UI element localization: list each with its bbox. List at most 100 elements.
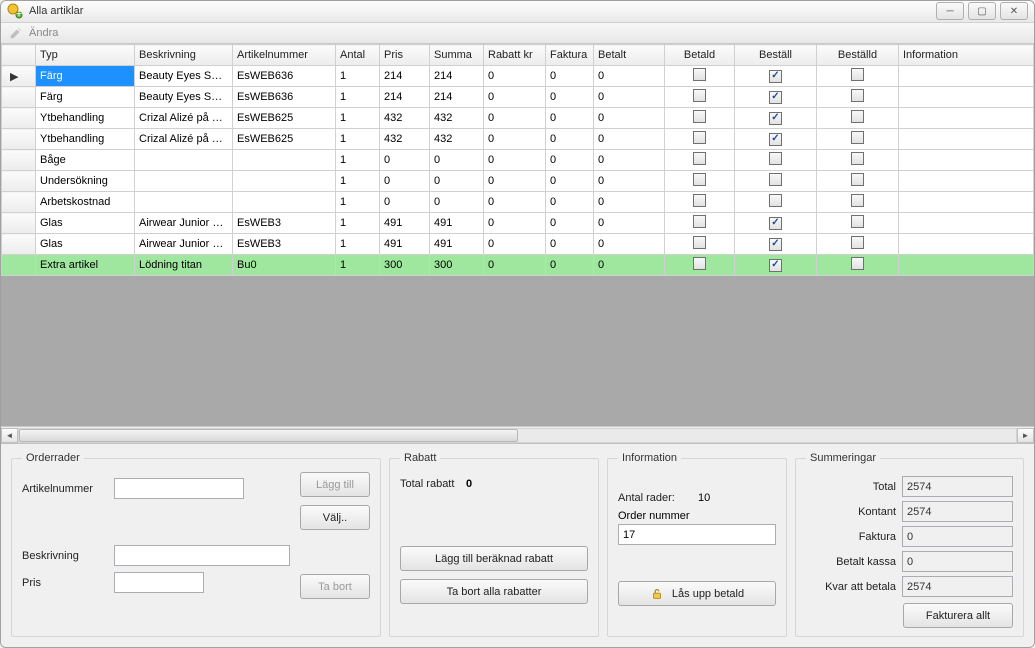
checkbox-betald[interactable] (693, 131, 706, 144)
table-row[interactable]: ▶FärgBeauty Eyes Safir...EsWEB6361214214… (2, 66, 1034, 87)
table-row[interactable]: Undersökning100000 (2, 171, 1034, 192)
cell-bestalld[interactable] (817, 234, 899, 255)
cell[interactable]: Airwear Junior Rx... (135, 213, 233, 234)
cell-bestall[interactable] (735, 255, 817, 276)
cell[interactable]: 0 (594, 129, 665, 150)
cell[interactable] (233, 171, 336, 192)
cell[interactable]: 0 (484, 213, 546, 234)
table-row[interactable]: YtbehandlingCrizal Alizé på Or ...EsWEB6… (2, 129, 1034, 150)
cell[interactable] (2, 150, 36, 171)
checkbox-bestall[interactable] (769, 112, 782, 125)
cell-betald[interactable] (665, 213, 735, 234)
checkbox-betald[interactable] (693, 152, 706, 165)
cell[interactable]: 0 (546, 192, 594, 213)
cell[interactable]: 0 (484, 87, 546, 108)
cell[interactable]: Båge (36, 150, 135, 171)
cell[interactable]: 0 (546, 255, 594, 276)
cell[interactable]: 0 (430, 150, 484, 171)
cell[interactable] (2, 129, 36, 150)
cell[interactable]: Glas (36, 213, 135, 234)
cell[interactable]: Undersökning (36, 171, 135, 192)
header-marker[interactable] (2, 45, 36, 66)
cell-bestalld[interactable] (817, 66, 899, 87)
cell[interactable]: 0 (594, 66, 665, 87)
cell-information[interactable] (899, 66, 1034, 87)
cell-betald[interactable] (665, 255, 735, 276)
minimize-button[interactable]: ─ (936, 2, 964, 20)
cell-bestall[interactable] (735, 66, 817, 87)
cell-bestalld[interactable] (817, 108, 899, 129)
cell-bestall[interactable] (735, 234, 817, 255)
cell[interactable]: 0 (484, 108, 546, 129)
cell[interactable]: 0 (546, 66, 594, 87)
maximize-button[interactable]: ▢ (968, 2, 996, 20)
cell[interactable]: 1 (336, 87, 380, 108)
cell[interactable]: 0 (380, 171, 430, 192)
cell[interactable]: 491 (380, 213, 430, 234)
checkbox-bestall[interactable] (769, 91, 782, 104)
cell-bestalld[interactable] (817, 213, 899, 234)
cell[interactable]: Arbetskostnad (36, 192, 135, 213)
ta-bort-button[interactable]: Ta bort (300, 574, 370, 599)
header-information[interactable]: Information (899, 45, 1034, 66)
cell[interactable]: 1 (336, 108, 380, 129)
checkbox-bestalld[interactable] (851, 152, 864, 165)
cell[interactable] (135, 192, 233, 213)
header-bestall[interactable]: Beställ (735, 45, 817, 66)
cell[interactable]: 0 (594, 192, 665, 213)
checkbox-bestall[interactable] (769, 259, 782, 272)
cell-information[interactable] (899, 192, 1034, 213)
cell[interactable]: 1 (336, 213, 380, 234)
cell[interactable]: 0 (484, 255, 546, 276)
cell[interactable]: 0 (546, 171, 594, 192)
close-button[interactable]: ✕ (1000, 2, 1028, 20)
checkbox-betald[interactable] (693, 89, 706, 102)
header-artikelnummer[interactable]: Artikelnummer (233, 45, 336, 66)
cell[interactable]: 491 (380, 234, 430, 255)
cell[interactable] (233, 192, 336, 213)
checkbox-bestalld[interactable] (851, 236, 864, 249)
cell[interactable]: 0 (380, 192, 430, 213)
checkbox-bestalld[interactable] (851, 131, 864, 144)
header-antal[interactable]: Antal (336, 45, 380, 66)
cell[interactable]: 0 (594, 171, 665, 192)
cell-betald[interactable] (665, 108, 735, 129)
cell[interactable]: Beauty Eyes Safir... (135, 87, 233, 108)
cell[interactable]: 491 (430, 234, 484, 255)
cell[interactable]: 1 (336, 150, 380, 171)
lagg-till-button[interactable]: Lägg till (300, 472, 370, 497)
cell-bestall[interactable] (735, 129, 817, 150)
cell[interactable]: Bu0 (233, 255, 336, 276)
cell[interactable]: Glas (36, 234, 135, 255)
table-row[interactable]: FärgBeauty Eyes Safir...EsWEB63612142140… (2, 87, 1034, 108)
cell-information[interactable] (899, 213, 1034, 234)
table-row[interactable]: YtbehandlingCrizal Alizé på Or ...EsWEB6… (2, 108, 1034, 129)
cell[interactable]: 0 (546, 213, 594, 234)
cell[interactable]: 0 (546, 108, 594, 129)
cell-betald[interactable] (665, 87, 735, 108)
cell[interactable] (135, 171, 233, 192)
checkbox-bestall[interactable] (769, 194, 782, 207)
cell-betald[interactable] (665, 192, 735, 213)
cell[interactable]: 214 (380, 66, 430, 87)
cell[interactable]: 0 (594, 234, 665, 255)
cell[interactable]: 0 (380, 150, 430, 171)
scroll-left-icon[interactable]: ◄ (1, 428, 18, 443)
cell[interactable]: 0 (484, 150, 546, 171)
cell[interactable]: Airwear Junior Rx... (135, 234, 233, 255)
cell[interactable]: 1 (336, 234, 380, 255)
table-row[interactable]: GlasAirwear Junior Rx...EsWEB31491491000 (2, 213, 1034, 234)
cell[interactable]: Beauty Eyes Safir... (135, 66, 233, 87)
cell[interactable]: 1 (336, 129, 380, 150)
cell[interactable]: EsWEB636 (233, 87, 336, 108)
cell[interactable]: Crizal Alizé på Or ... (135, 129, 233, 150)
cell[interactable]: 214 (430, 87, 484, 108)
beskrivning-input[interactable] (114, 545, 290, 566)
cell[interactable]: 0 (546, 150, 594, 171)
order-nummer-input[interactable] (618, 524, 776, 545)
cell-bestall[interactable] (735, 108, 817, 129)
cell-bestalld[interactable] (817, 171, 899, 192)
cell[interactable]: EsWEB625 (233, 129, 336, 150)
cell[interactable]: 0 (484, 171, 546, 192)
cell[interactable]: 1 (336, 192, 380, 213)
